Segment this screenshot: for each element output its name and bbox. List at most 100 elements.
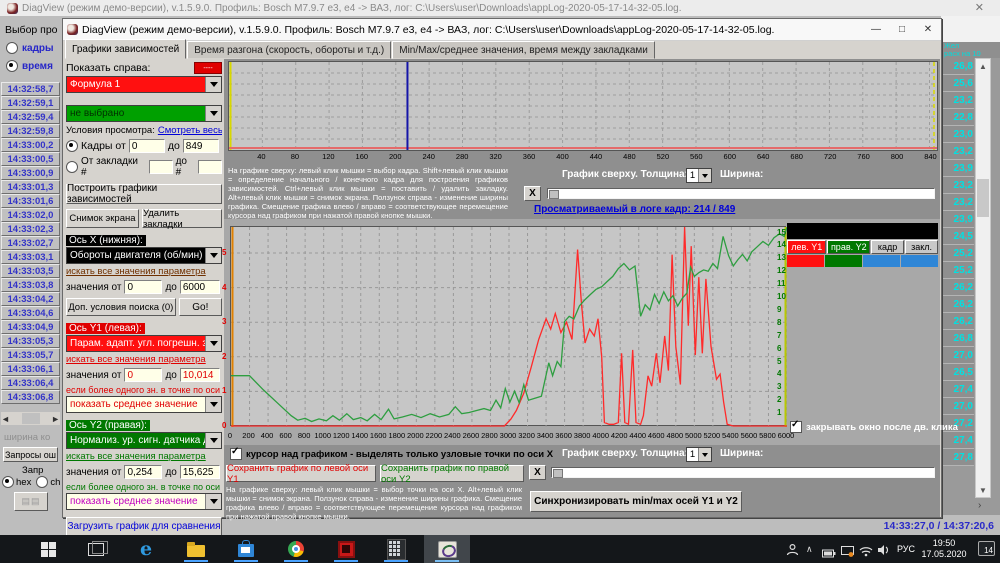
chrome-button[interactable] — [284, 537, 308, 561]
save-y1-graph-button[interactable]: Сохранить график по левой оси Y1 — [226, 465, 376, 482]
table-row[interactable]: 25,2 — [941, 262, 974, 279]
list-item[interactable]: 14:33:00,2 — [1, 138, 60, 152]
list-item[interactable]: 14:33:02,3 — [1, 222, 60, 236]
chevron-down-icon[interactable] — [698, 169, 711, 182]
chevron-down-icon[interactable] — [205, 494, 221, 509]
table-row[interactable]: 22,8 — [941, 109, 974, 126]
start-button[interactable] — [36, 537, 60, 561]
chevron-down-icon[interactable] — [205, 106, 221, 121]
file-explorer-button[interactable] — [184, 537, 208, 561]
list-item[interactable]: 14:33:01,6 — [1, 194, 60, 208]
y1-multi-combo[interactable]: показать среднее значение — [66, 396, 222, 413]
scroll-down-icon[interactable]: ▼ — [976, 483, 990, 497]
load-compare-button[interactable]: Загрузить график для сравнения — [66, 517, 222, 536]
list-item[interactable]: 14:32:58,7 — [1, 82, 60, 96]
minimize-icon[interactable]: — — [863, 20, 889, 40]
legend-right-y2-button[interactable]: прав. Y2 — [827, 240, 870, 254]
screenshot-button[interactable]: Снимок экрана — [66, 209, 139, 228]
dialog-titlebar[interactable]: DiagView (режим демо-версии), v.1.5.9.0.… — [63, 19, 941, 41]
language-indicator[interactable]: РУС — [897, 544, 915, 563]
close-after-dblclick-checkbox[interactable]: закрывать окно после дв. клика — [790, 421, 958, 433]
y2-from-input[interactable]: 0,254 — [124, 465, 162, 479]
table-row[interactable]: 27,0 — [941, 398, 974, 415]
tab-acceleration-time[interactable]: Время разгона (скорость, обороты и т.д.) — [187, 41, 391, 59]
table-row[interactable]: 23,9 — [941, 160, 974, 177]
y1-to-input[interactable]: 10,014 — [180, 368, 220, 382]
radio-time-icon[interactable] — [6, 60, 18, 72]
bookmark-to-input[interactable] — [198, 160, 222, 174]
table-row[interactable]: 23,2 — [941, 92, 974, 109]
chevron-down-icon[interactable] — [205, 397, 221, 412]
dependency-chart[interactable]: 012345123456789101112131415 — [230, 226, 786, 426]
list-item[interactable]: 14:33:03,1 — [1, 250, 60, 264]
bookmark-from-input[interactable] — [149, 160, 173, 174]
notification-icon[interactable]: 14 — [978, 541, 995, 556]
table-row[interactable]: 27,4 — [941, 381, 974, 398]
ext-search-conditions-button[interactable]: Доп. условия поиска (0) — [66, 298, 176, 316]
chevron-down-icon[interactable] — [205, 336, 221, 351]
table-row[interactable]: 27,4 — [941, 432, 974, 449]
radio-hex-icon[interactable] — [2, 476, 14, 488]
background-close-icon[interactable]: ✕ — [975, 1, 984, 14]
reset-width-button[interactable]: X — [529, 465, 546, 480]
scroll-right-icon[interactable]: › — [978, 500, 981, 511]
list-item[interactable]: 14:33:03,5 — [1, 264, 60, 278]
list-item[interactable]: 14:32:59,8 — [1, 124, 60, 138]
radio-time[interactable]: время — [6, 60, 53, 72]
list-item[interactable]: 14:33:02,7 — [1, 236, 60, 250]
list-item[interactable]: 14:32:59,4 — [1, 110, 60, 124]
table-row[interactable]: 26,2 — [941, 279, 974, 296]
list-item[interactable]: 14:33:00,5 — [1, 152, 60, 166]
table-row[interactable]: 23,2 — [941, 194, 974, 211]
table-row[interactable]: 23,2 — [941, 177, 974, 194]
legend-frame-button[interactable]: кадр — [871, 240, 904, 254]
sync-minmax-button[interactable]: Синхронизировать min/max осей Y1 и Y2 — [530, 491, 742, 512]
table-row[interactable]: 26,2 — [941, 313, 974, 330]
width-slider[interactable] — [551, 467, 935, 478]
tab-dependency-graphs[interactable]: Графики зависимостей — [65, 39, 186, 59]
checkbox-icon[interactable] — [790, 421, 802, 433]
go-button[interactable]: Go! — [179, 298, 222, 316]
battery-icon[interactable] — [822, 545, 836, 563]
scroll-left-icon[interactable]: ◄ — [1, 414, 10, 424]
radio-ch-icon[interactable] — [36, 476, 48, 488]
table-row[interactable]: 23,9 — [941, 211, 974, 228]
list-item[interactable]: 14:33:01,3 — [1, 180, 60, 194]
table-row[interactable]: 23,0 — [941, 126, 974, 143]
table-row[interactable]: 23,2 — [941, 143, 974, 160]
second-formula-combo[interactable]: не выбрано — [66, 105, 222, 122]
table-row[interactable]: 27,8 — [941, 449, 974, 466]
frames-from-input[interactable]: 0 — [129, 139, 165, 153]
reset-width-button[interactable]: X — [524, 186, 541, 201]
axis-y1-combo[interactable]: Парам. адапт. угл. погрешн. зуб. в — [66, 335, 222, 352]
legend-left-y1-button[interactable]: лев. Y1 — [787, 240, 826, 254]
list-item[interactable]: 14:32:59,1 — [1, 96, 60, 110]
y2-to-input[interactable]: 15,625 — [180, 465, 220, 479]
projecting-icon[interactable] — [841, 544, 854, 563]
tab-minmax-values[interactable]: Min/Max/среднее значения, время между за… — [392, 41, 655, 59]
table-row[interactable]: 27,0 — [941, 347, 974, 364]
list-item[interactable]: 14:33:02,0 — [1, 208, 60, 222]
list-item[interactable]: 14:33:06,8 — [1, 390, 60, 404]
table-row[interactable]: 26,8 — [941, 58, 974, 75]
scroll-up-icon[interactable]: ▲ — [976, 59, 990, 73]
calculator-button[interactable] — [384, 537, 408, 561]
user-icon[interactable] — [786, 543, 799, 563]
axis-y2-search-link[interactable]: искать все значения параметра — [66, 451, 222, 462]
radio-frames-range[interactable] — [66, 140, 78, 152]
list-item[interactable]: 14:33:04,6 — [1, 306, 60, 320]
horizontal-scrollbar[interactable]: ◄ ► — [1, 412, 60, 425]
list-item[interactable]: 14:33:06,1 — [1, 362, 60, 376]
radio-frames[interactable]: кадры — [6, 42, 54, 54]
table-row[interactable]: 26,8 — [941, 330, 974, 347]
ecu-app-button[interactable] — [334, 537, 358, 561]
table-row[interactable]: 25,2 — [941, 245, 974, 262]
radio-bookmark-range[interactable] — [66, 161, 78, 173]
list-item[interactable]: 14:33:04,9 — [1, 320, 60, 334]
frames-to-input[interactable]: 849 — [183, 139, 219, 153]
current-frame-link[interactable]: Просматриваемый в логе кадр: 214 / 849 — [534, 204, 735, 215]
list-item[interactable]: 14:33:03,8 — [1, 278, 60, 292]
chevron-down-icon[interactable] — [205, 433, 221, 448]
hidden-icons-chevron[interactable]: ∧ — [806, 544, 813, 563]
chevron-down-icon[interactable] — [698, 448, 711, 461]
